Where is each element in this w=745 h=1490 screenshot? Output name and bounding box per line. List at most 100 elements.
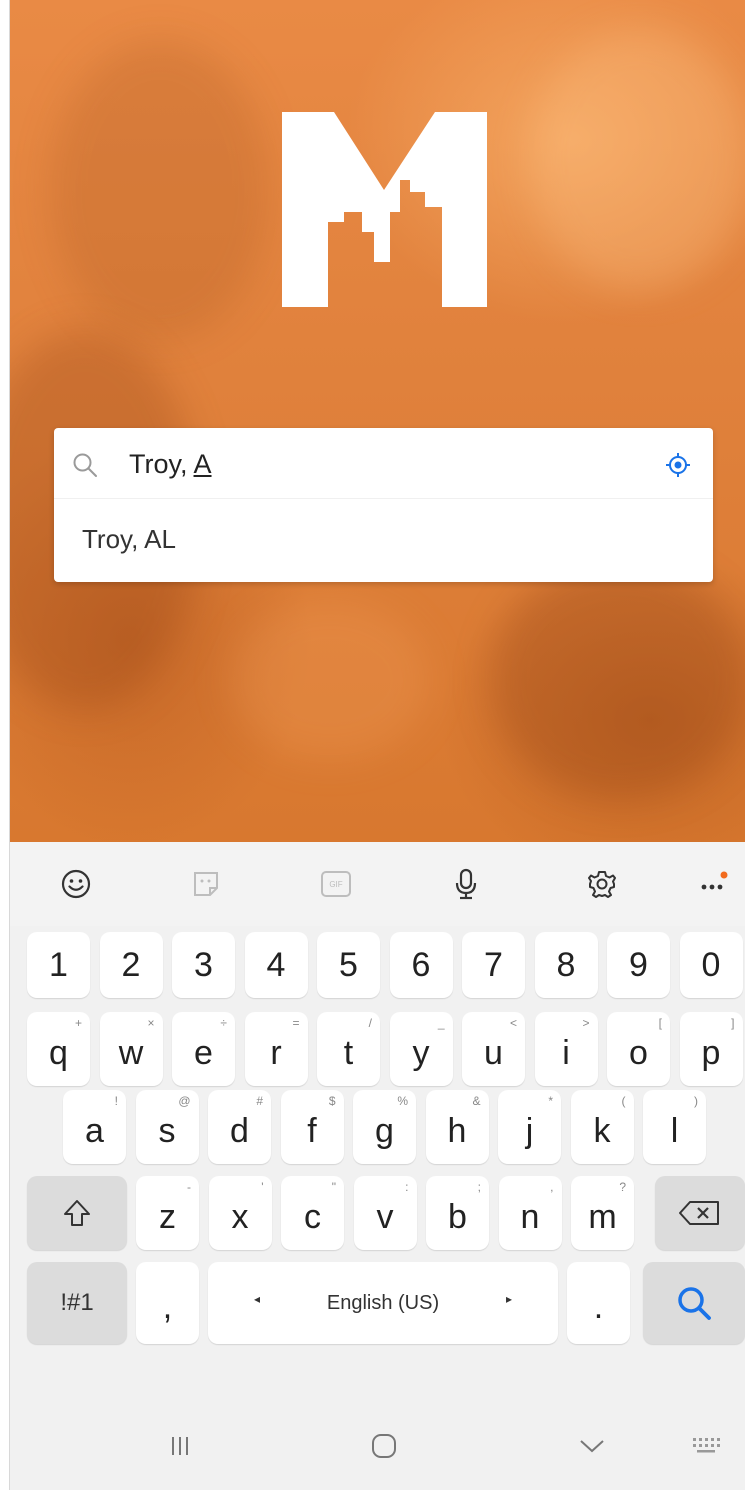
key-v-hint: : [405, 1180, 409, 1194]
key-d[interactable]: d # [208, 1090, 271, 1164]
shift-key[interactable] [27, 1176, 127, 1250]
key-d-label: d [230, 1111, 249, 1150]
home-icon[interactable] [364, 1426, 404, 1466]
search-icon [73, 453, 97, 477]
key-f[interactable]: f $ [280, 1090, 344, 1164]
key-f-hint: $ [328, 1094, 336, 1108]
key-l-hint: ) [694, 1094, 698, 1108]
recent-apps-icon[interactable] [160, 1426, 200, 1466]
key-i-hint: > [582, 1016, 590, 1030]
emoji-icon[interactable] [56, 864, 96, 904]
key-c[interactable]: c " [281, 1176, 344, 1250]
key-3[interactable]: 3 [172, 932, 235, 998]
sticker-icon[interactable] [186, 864, 226, 904]
key-f-label: f [307, 1111, 317, 1150]
key-t[interactable]: t / [317, 1012, 380, 1086]
shift-icon [64, 1200, 90, 1226]
hero-background [10, 0, 745, 842]
key-y-hint: _ [437, 1016, 445, 1030]
search-input-text: Troy, [129, 449, 194, 479]
key-m[interactable]: m? [571, 1176, 634, 1250]
key-8[interactable]: 8 [534, 932, 598, 998]
key-4-label: 4 [266, 945, 286, 984]
gif-icon[interactable]: GIF [316, 864, 356, 904]
key-l-label: l [670, 1111, 679, 1150]
key-s[interactable]: s @ [135, 1090, 199, 1164]
key-c-hint: " [331, 1180, 336, 1194]
comma-key-label: , [162, 1287, 173, 1326]
key-y-label: y [412, 1033, 430, 1072]
key-m-label: m [588, 1197, 617, 1236]
key-r-hint: = [292, 1016, 300, 1030]
key-x-label: x [231, 1197, 249, 1236]
search-key[interactable] [643, 1262, 745, 1344]
key-j[interactable]: j * [498, 1090, 561, 1164]
search-input[interactable]: Troy, A [129, 442, 649, 486]
symbols-key[interactable]: !#1 [27, 1262, 127, 1344]
crosshair-icon[interactable] [665, 452, 691, 478]
search-icon [678, 1287, 711, 1320]
key-2[interactable]: 2 [99, 932, 163, 998]
key-q[interactable]: q + [27, 1012, 90, 1086]
key-w-label: w [118, 1033, 144, 1072]
key-n[interactable]: n, [498, 1176, 562, 1250]
key-9[interactable]: 9 [607, 932, 670, 998]
key-g[interactable]: g% [353, 1090, 416, 1164]
key-v[interactable]: v: [353, 1176, 417, 1250]
backspace-key[interactable] [655, 1176, 745, 1250]
key-3-label: 3 [194, 945, 213, 984]
microphone-icon[interactable] [446, 864, 486, 904]
key-h[interactable]: h & [425, 1090, 489, 1164]
key-u[interactable]: u < [462, 1012, 525, 1086]
comma-key[interactable]: , [136, 1262, 199, 1344]
key-5-label: 5 [339, 945, 358, 984]
key-o-hint: [ [658, 1016, 662, 1030]
key-7[interactable]: 7 [462, 932, 525, 998]
key-i-label: i [562, 1033, 570, 1072]
key-e-hint: ÷ [220, 1016, 227, 1030]
cursor-right-icon: ▸ [505, 1292, 512, 1306]
key-w[interactable]: w × [99, 1012, 163, 1086]
key-o-label: o [629, 1033, 648, 1072]
key-b[interactable]: b; [426, 1176, 489, 1250]
period-key[interactable]: . [567, 1262, 630, 1344]
key-y[interactable]: y _ [389, 1012, 453, 1086]
key-i[interactable]: i > [534, 1012, 598, 1086]
key-1[interactable]: 1 [27, 932, 90, 998]
backspace-icon [679, 1201, 719, 1225]
key-6[interactable]: 6 [389, 932, 453, 998]
key-x[interactable]: x ' [208, 1176, 272, 1250]
key-e[interactable]: e ÷ [172, 1012, 235, 1086]
key-p[interactable]: p] [679, 1012, 743, 1086]
key-t-hint: / [368, 1016, 372, 1030]
search-divider [54, 498, 713, 499]
keyboard-toolbar: GIF [10, 842, 745, 926]
more-options-icon[interactable] [694, 864, 734, 904]
space-key[interactable]: ◂ English (US) ▸ [208, 1262, 558, 1344]
key-p-label: p [701, 1033, 721, 1072]
period-key-label: . [593, 1287, 604, 1326]
suggestion-item[interactable]: Troy, AL [54, 506, 713, 572]
key-x-hint: ' [261, 1180, 264, 1194]
key-4[interactable]: 4 [244, 932, 308, 998]
key-0[interactable]: 0 [679, 932, 743, 998]
search-bar[interactable]: Troy, A [54, 428, 713, 498]
key-a-hint: ! [114, 1094, 118, 1108]
key-q-hint: + [74, 1016, 82, 1030]
key-z[interactable]: z- [136, 1176, 199, 1250]
key-p-hint: ] [731, 1016, 735, 1030]
settings-gear-icon[interactable] [582, 864, 622, 904]
key-t-label: t [343, 1033, 354, 1072]
key-n-hint: , [550, 1180, 554, 1194]
key-5[interactable]: 5 [317, 932, 380, 998]
back-icon[interactable] [572, 1426, 612, 1466]
key-a[interactable]: a! [63, 1090, 126, 1164]
key-r[interactable]: r = [244, 1012, 308, 1086]
key-b-hint: ; [477, 1180, 481, 1194]
key-o[interactable]: o[ [607, 1012, 670, 1086]
key-l[interactable]: l) [643, 1090, 706, 1164]
keyboard-switch-icon[interactable] [686, 1426, 726, 1466]
gif-label: GIF [329, 879, 343, 889]
key-k[interactable]: k( [570, 1090, 634, 1164]
space-key-label: English (US) [326, 1291, 440, 1314]
